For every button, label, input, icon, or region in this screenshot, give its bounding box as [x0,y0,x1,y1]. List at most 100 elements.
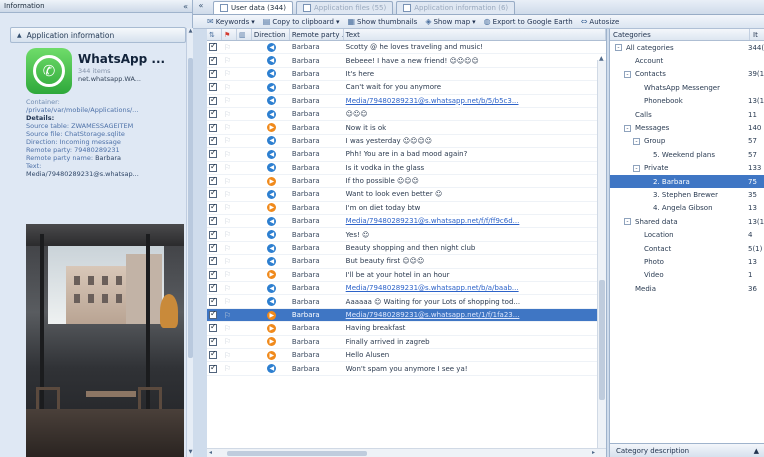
table-row[interactable]: ⚐ ◀ Barbara Media/79480289231@s.whatsapp.ne… [207,215,606,229]
table-row[interactable]: ⚐ ▶ Barbara Finally arrived in zagreb [207,336,606,349]
row-checkbox[interactable] [209,349,217,360]
text-cell[interactable]: Media/79480289231@s.whatsapp.net/b/5/b5c… [346,97,519,105]
category-item[interactable]: Phonebook 13(1) [610,95,764,108]
expand-triangle-icon[interactable]: ▲ [754,447,759,455]
row-checkbox[interactable] [209,269,217,279]
category-item[interactable]: 5. Weekend plans 57 [610,148,764,161]
media-link[interactable]: Media/79480289231@s.whatsap... [26,170,192,178]
category-item[interactable]: Photo 13 [610,255,764,268]
flag-icon[interactable]: ⚐ [224,297,231,306]
flag-icon[interactable]: ⚐ [224,364,231,373]
row-checkbox[interactable] [209,135,217,145]
grid-horizontal-scrollbar[interactable]: ◂ ▸ [207,448,606,457]
flag-icon[interactable]: ⚐ [224,69,231,78]
flag-icon[interactable]: ⚐ [224,217,231,226]
category-item[interactable]: -Shared data 13(1) [610,215,764,228]
table-row[interactable]: ⚐ ▶ Barbara If tho possible ☺☺☺ [207,175,606,189]
column-header-flag[interactable]: ⚑ [222,29,237,40]
category-item[interactable]: Media 36 [610,282,764,295]
category-item[interactable]: Account [610,54,764,67]
row-checkbox[interactable] [209,122,217,132]
category-item[interactable]: Contact 5(1) [610,242,764,255]
tree-toggle-icon[interactable]: - [615,44,622,52]
flag-icon[interactable]: ⚐ [224,230,231,239]
category-item[interactable]: -All categories 344(... [610,41,764,54]
keywords-button[interactable]: ✉ Keywords ▾ [207,17,255,26]
flag-icon[interactable]: ⚐ [224,43,231,52]
category-item[interactable]: WhatsApp Messenger [610,81,764,94]
table-row[interactable]: ⚐ ▶ Barbara Now it is ok [207,121,606,135]
tree-toggle-icon[interactable]: - [633,137,640,145]
table-row[interactable]: ⚐ ◀ Barbara Scotty @ he loves traveling and… [207,41,606,55]
row-checkbox[interactable] [209,215,217,226]
copy-clipboard-button[interactable]: ▤ Copy to clipboard ▾ [263,17,340,26]
row-checkbox[interactable] [209,68,217,78]
flag-icon[interactable]: ⚐ [224,56,231,65]
table-row[interactable]: ⚐ ▶ Barbara Hello Alusen [207,349,606,363]
table-row[interactable]: ⚐ ◀ Barbara Media/79480289231@s.whatsapp.ne… [207,282,606,296]
flag-icon[interactable]: ⚐ [224,270,231,279]
flag-icon[interactable]: ⚐ [224,163,231,172]
table-row[interactable]: ⚐ ◀ Barbara Can't wait for you anymore [207,81,606,95]
row-checkbox[interactable] [209,148,217,159]
table-row[interactable]: ⚐ ◀ Barbara Won't spam you anymore I see ya… [207,362,606,376]
flag-icon[interactable]: ⚐ [224,96,231,105]
panel-collapse-icon[interactable]: « [195,1,207,13]
flag-icon[interactable]: ⚐ [224,110,231,119]
row-checkbox[interactable] [209,229,217,239]
category-item[interactable]: - Messages 140 [610,121,764,134]
table-row[interactable]: ⚐ ◀ Barbara ☺☺☺ [207,108,606,122]
flag-icon[interactable]: ⚐ [224,257,231,266]
container-value[interactable]: /private/var/mobile/Applications/... [26,106,192,114]
table-row[interactable]: ⚐ ◀ Barbara Media/79480289231@s.whatsapp.ne… [207,95,606,108]
row-checkbox[interactable] [209,81,217,92]
row-checkbox[interactable] [209,309,217,319]
flag-icon[interactable]: ⚐ [224,136,231,145]
table-row[interactable]: ⚐ ▶ Barbara I'm on diet today btw [207,202,606,216]
tab-application-files[interactable]: Application files (55) [296,1,394,14]
table-row[interactable]: ⚐ ◀ Barbara Want to look even better ☺ [207,188,606,202]
column-header-remote-party[interactable]: Remote party ... [290,29,344,40]
category-item[interactable]: Video 1 [610,269,764,282]
flag-icon[interactable]: ⚐ [224,123,231,132]
row-checkbox[interactable] [209,188,217,199]
table-row[interactable]: ⚐ ▶ Barbara I'll be at your hotel in an hou… [207,269,606,283]
tree-toggle-icon[interactable]: - [624,218,631,226]
column-header-attachment[interactable]: ▥ [237,29,252,40]
flag-icon[interactable]: ⚐ [224,203,231,212]
flag-icon[interactable]: ⚐ [224,337,231,346]
table-row[interactable]: ⚐ ◀ Barbara But beauty first ☺☺☺ [207,255,606,269]
table-row[interactable]: ⚐ ◀ Barbara Is it vodka in the glass [207,162,606,175]
show-thumbnails-button[interactable]: ▦ Show thumbnails [347,17,417,26]
row-checkbox[interactable] [209,55,217,65]
autosize-button[interactable]: ⇔ Autosize [581,17,620,26]
category-item[interactable]: 3. Stephen Brewer 35 [610,188,764,201]
flag-icon[interactable]: ⚐ [224,83,231,92]
column-header-select[interactable]: ⇅ [207,29,222,40]
row-checkbox[interactable] [209,282,217,293]
text-cell[interactable]: Media/79480289231@s.whatsapp.net/b/a/baa… [346,284,519,292]
tree-toggle-icon[interactable]: - [624,70,631,78]
flag-icon[interactable]: ⚐ [224,150,231,159]
row-checkbox[interactable] [209,162,217,172]
categories-column-header[interactable]: Categories [610,29,750,40]
row-checkbox[interactable] [209,255,217,266]
text-cell[interactable]: Media/79480289231@s.whatsapp.net/f/f/ff9… [346,217,520,225]
column-header-direction[interactable]: Direction [252,29,290,40]
row-checkbox[interactable] [209,202,217,212]
row-checkbox[interactable] [209,296,217,306]
row-checkbox[interactable] [209,41,217,52]
table-row[interactable]: ⚐ ◀ Barbara Beauty shopping and then night … [207,242,606,256]
grid-vertical-scrollbar[interactable]: ▲ [597,55,606,457]
text-cell[interactable]: Media/79480289231@s.whatsapp.net/1/f/1fa… [346,311,520,319]
row-checkbox[interactable] [209,322,217,333]
row-checkbox[interactable] [209,108,217,119]
category-item[interactable]: - Private 133 [610,162,764,175]
tree-toggle-icon[interactable]: - [633,164,640,172]
category-item[interactable]: Calls 11 [610,108,764,121]
row-checkbox[interactable] [209,95,217,105]
row-checkbox[interactable] [209,363,217,373]
collapse-panel-icon[interactable]: « [183,2,188,11]
attachment-photo-preview[interactable] [26,224,184,457]
flag-icon[interactable]: ⚐ [224,244,231,253]
